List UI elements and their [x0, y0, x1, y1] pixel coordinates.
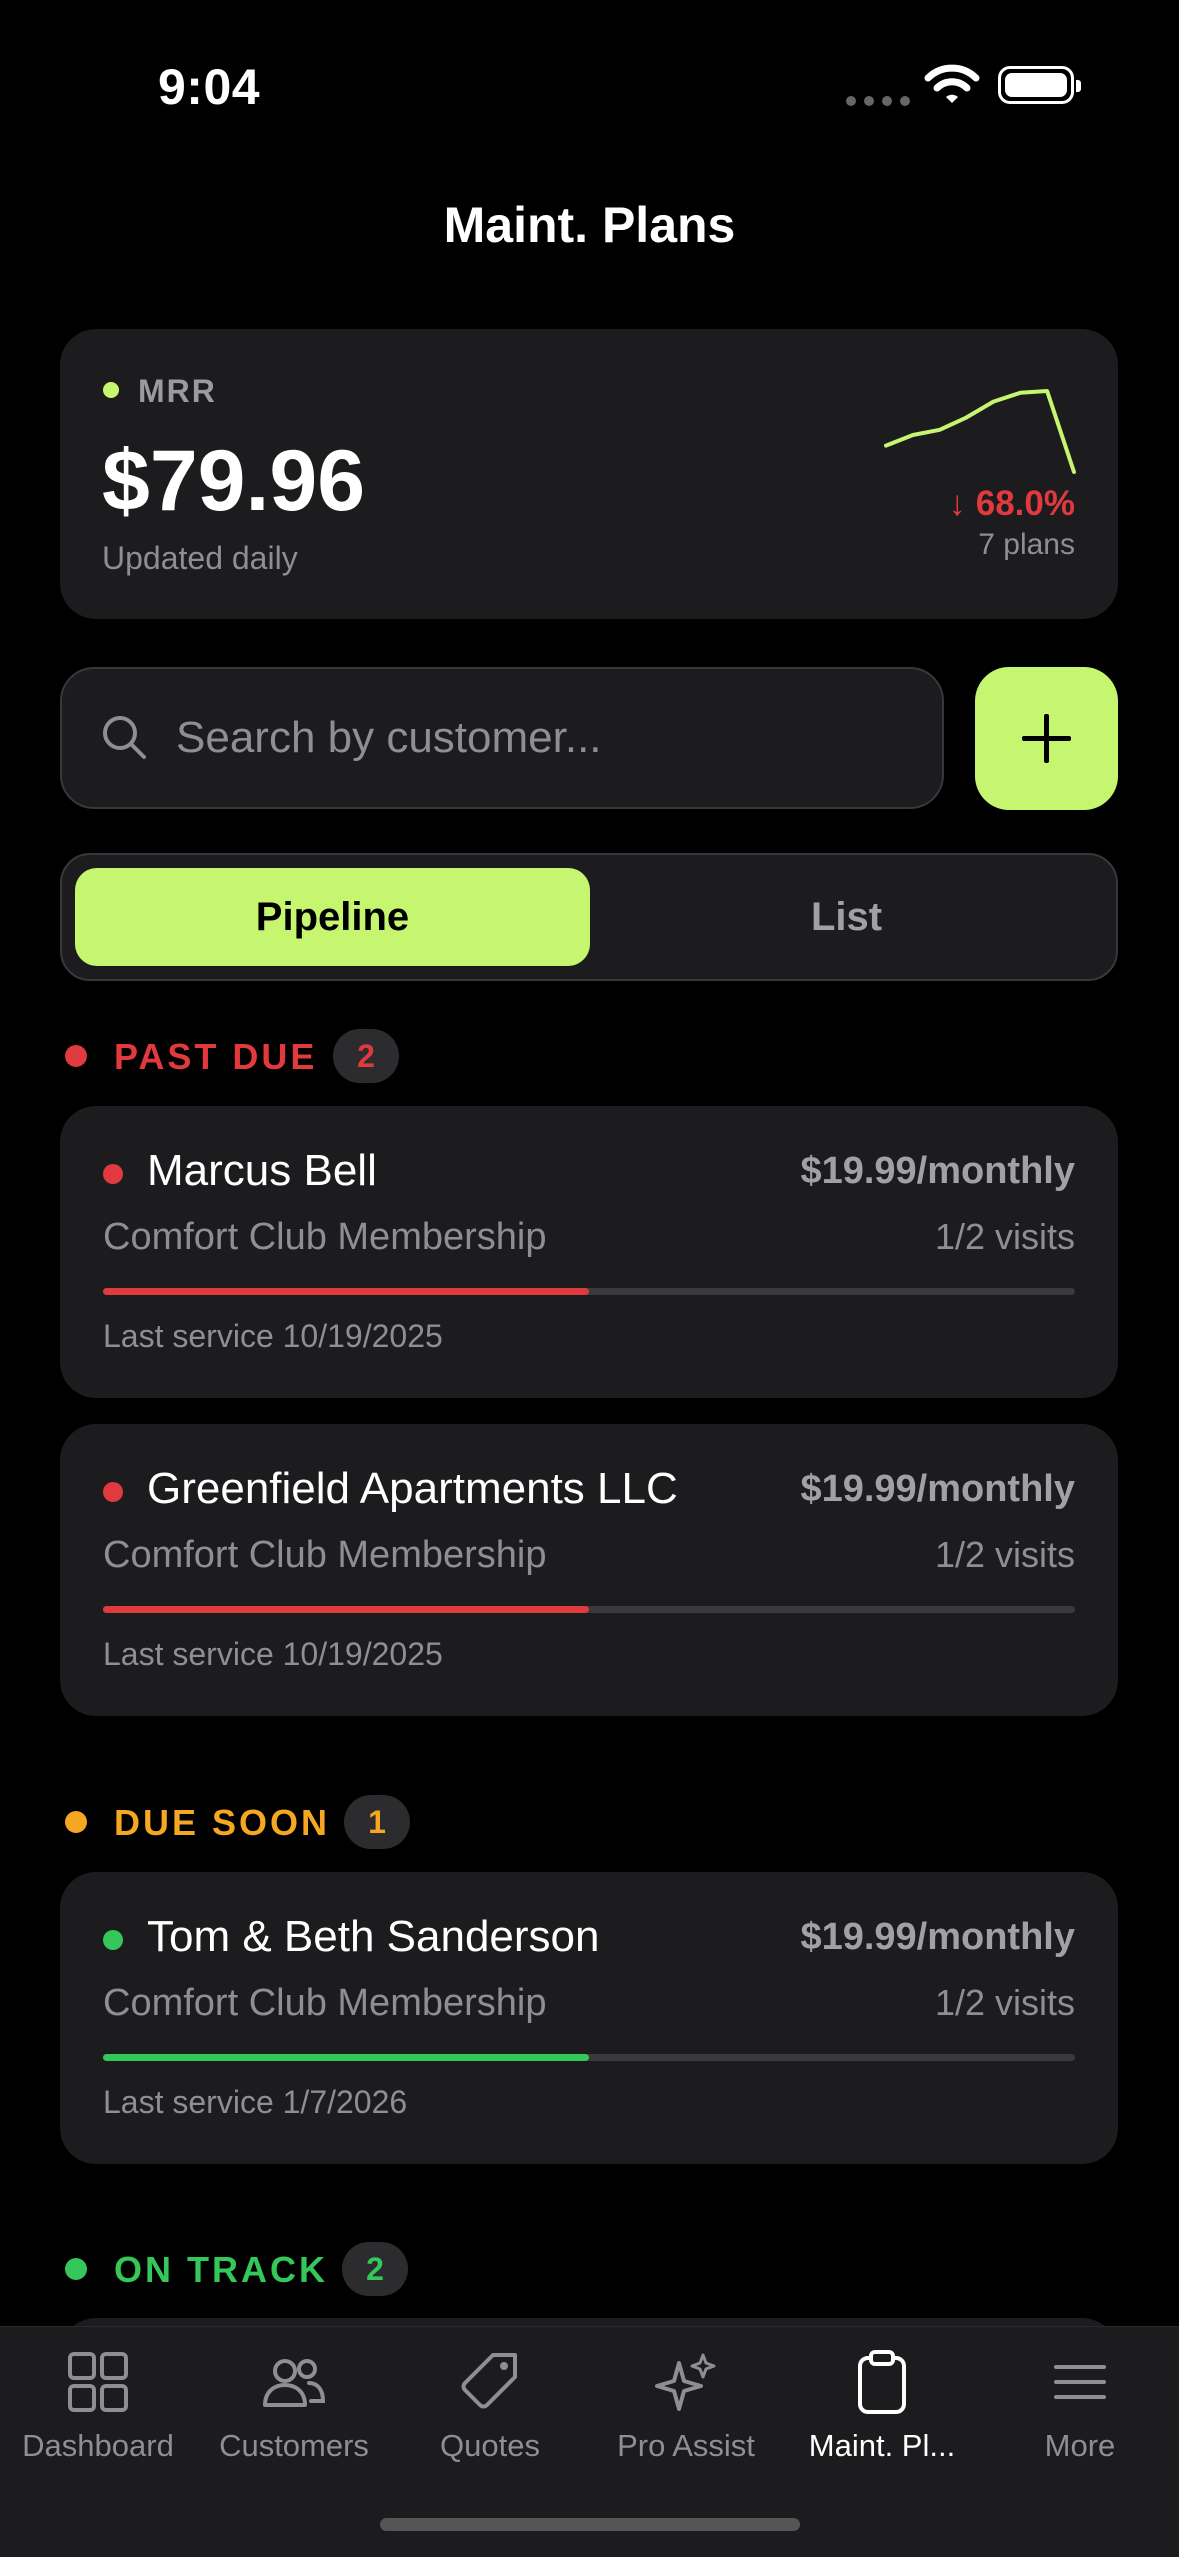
last-service-date: Last service 10/19/2025 [103, 1636, 443, 1672]
tab-maint-plans[interactable]: Maint. Pl... [784, 2346, 980, 2464]
visits-progress-bar [103, 1288, 1075, 1295]
sparkles-icon [655, 2353, 716, 2411]
tab-dashboard[interactable]: Dashboard [0, 2346, 196, 2464]
past-due-dot [65, 1045, 87, 1067]
status-time: 9:04 [158, 59, 261, 115]
tag-icon [461, 2353, 517, 2409]
on-track-dot [65, 2258, 87, 2280]
add-plan-button[interactable] [975, 667, 1118, 810]
tab-label: Pro Assist [617, 2428, 755, 2463]
plan-name: Comfort Club Membership [103, 1534, 547, 1576]
tab-label: Customers [219, 2428, 369, 2463]
status-dot [103, 1482, 123, 1502]
tab-pro-assist[interactable]: Pro Assist [588, 2346, 784, 2464]
plan-card[interactable]: Tom & Beth Sanderson $19.99/monthly Comf… [60, 1872, 1118, 2164]
plan-price: $19.99/monthly [800, 1916, 1075, 1958]
due-soon-dot [65, 1811, 87, 1833]
sparkline-path [884, 389, 1076, 474]
section-past-due-count: 2 [333, 1029, 399, 1083]
last-service-date: Last service 10/19/2025 [103, 1318, 443, 1354]
mrr-label: MRR [138, 373, 217, 409]
visits-progress-fill [103, 2054, 589, 2061]
visits-progress-fill [103, 1288, 589, 1295]
page-title: Maint. Plans [443, 197, 736, 253]
tab-list[interactable]: List [590, 868, 1103, 966]
wifi-icon [924, 64, 980, 103]
grid-icon [68, 2352, 128, 2412]
mrr-indicator-dot [103, 382, 119, 398]
battery-icon [998, 66, 1081, 104]
search-icon [103, 716, 146, 759]
visits-count: 1/2 visits [934, 1982, 1075, 2023]
plan-card[interactable]: Greenfield Apartments LLC $19.99/monthly… [60, 1424, 1118, 1716]
visits-progress-bar [103, 1606, 1075, 1613]
home-indicator [380, 2518, 800, 2531]
section-due-soon-count: 1 [344, 1795, 410, 1849]
tab-customers[interactable]: Customers [196, 2346, 392, 2464]
tab-label: Dashboard [22, 2428, 174, 2463]
section-due-soon-label: DUE SOON [114, 1802, 331, 1843]
visits-count: 1/2 visits [934, 1216, 1075, 1257]
status-dot [103, 1930, 123, 1950]
mrr-change: ↓ 68.0% [948, 484, 1075, 523]
tab-label: Quotes [440, 2428, 540, 2463]
people-icon [263, 2359, 326, 2407]
visits-count: 1/2 visits [934, 1534, 1075, 1575]
last-service-date: Last service 1/7/2026 [103, 2084, 408, 2120]
customer-name: Tom & Beth Sanderson [147, 1912, 600, 1961]
search-input[interactable] [176, 706, 916, 770]
status-dot [103, 1164, 123, 1184]
tab-pipeline[interactable]: Pipeline [75, 868, 590, 966]
tab-label: More [1044, 2428, 1116, 2463]
plan-name: Comfort Club Membership [103, 1216, 547, 1258]
menu-icon [1054, 2365, 1106, 2399]
plan-price: $19.99/monthly [800, 1150, 1075, 1192]
tab-more[interactable]: More [982, 2346, 1178, 2464]
tab-label: Maint. Pl... [808, 2428, 956, 2463]
section-on-track-label: ON TRACK [114, 2249, 328, 2290]
mrr-plans-count: 7 plans [978, 528, 1075, 561]
customer-name: Marcus Bell [147, 1146, 377, 1195]
visits-progress-bar [103, 2054, 1075, 2061]
section-past-due-label: PAST DUE [114, 1036, 318, 1077]
plan-name: Comfort Club Membership [103, 1982, 547, 2024]
mrr-value: $79.96 [102, 433, 366, 529]
plan-card[interactable]: Marcus Bell $19.99/monthly Comfort Club … [60, 1106, 1118, 1398]
tab-quotes[interactable]: Quotes [392, 2346, 588, 2464]
section-on-track-count: 2 [342, 2242, 408, 2296]
mrr-updated-text: Updated daily [102, 540, 298, 576]
customer-name: Greenfield Apartments LLC [147, 1464, 678, 1513]
cellular-signal-icon [846, 96, 910, 106]
clipboard-icon [858, 2350, 906, 2414]
visits-progress-fill [103, 1606, 589, 1613]
plan-price: $19.99/monthly [800, 1468, 1075, 1510]
mrr-sparkline [884, 389, 1076, 474]
